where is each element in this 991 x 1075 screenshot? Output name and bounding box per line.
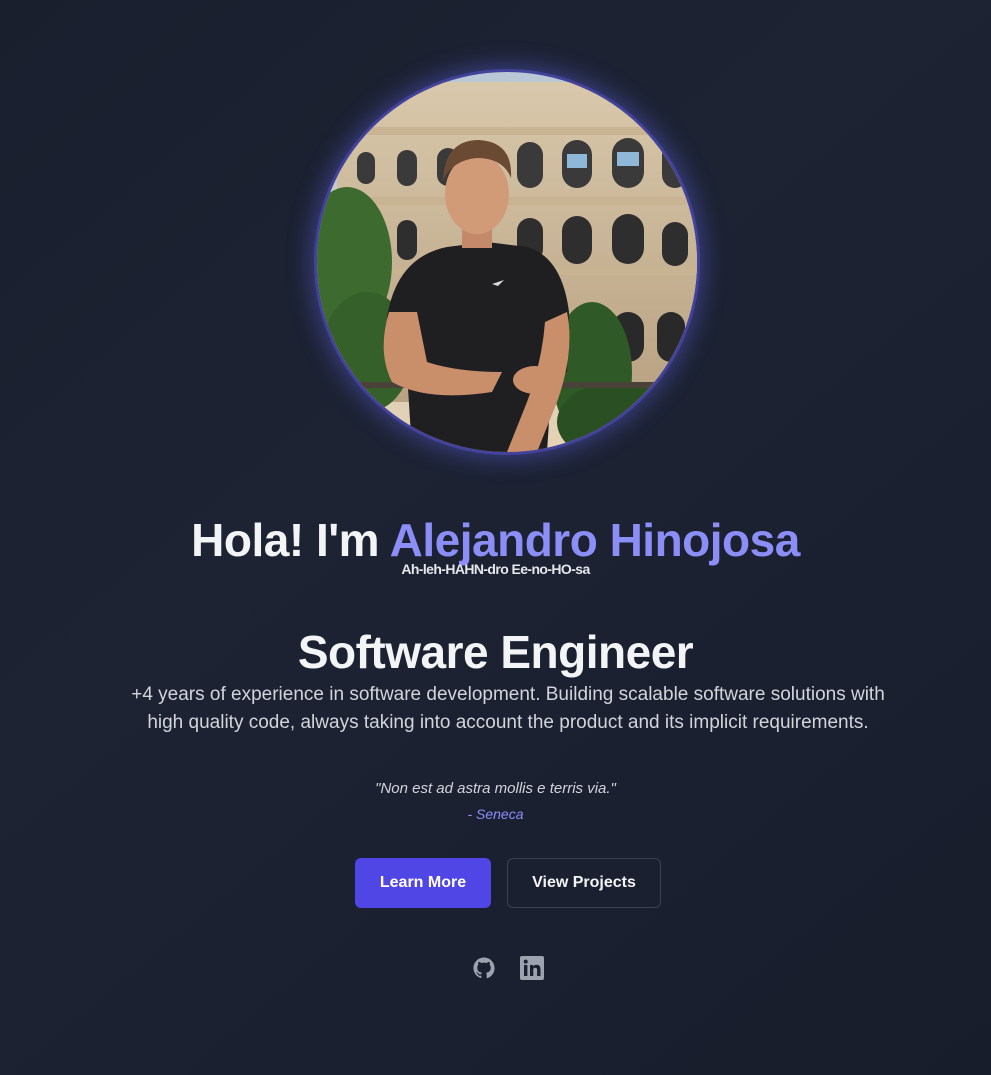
hero-title: Hola! I'm Alejandro Hinojosa	[0, 513, 991, 567]
hero-section: Hola! I'm Alejandro Hinojosa Ah-leh-HAHN…	[0, 0, 991, 1075]
linkedin-link[interactable]	[519, 955, 545, 981]
quote-text: "Non est ad astra mollis e terris via."	[375, 780, 616, 797]
github-icon	[473, 957, 495, 979]
profile-photo-illustration	[317, 72, 697, 452]
profile-photo	[317, 72, 697, 452]
job-title: Software Engineer	[297, 626, 694, 679]
name-highlight: Alejandro Hinojosa	[389, 513, 801, 566]
learn-more-button[interactable]: Learn More	[355, 858, 491, 908]
quote-author: - Seneca	[467, 806, 524, 822]
greeting-text: Hola! I'm	[191, 513, 390, 566]
hero-description: +4 years of experience in software devel…	[131, 684, 885, 733]
view-projects-button[interactable]: View Projects	[507, 858, 661, 908]
linkedin-icon	[520, 956, 544, 980]
github-link[interactable]	[471, 955, 497, 981]
name-pronunciation: Ah-leh-HAHN-dro Ee-no-HO-sa	[401, 561, 590, 577]
